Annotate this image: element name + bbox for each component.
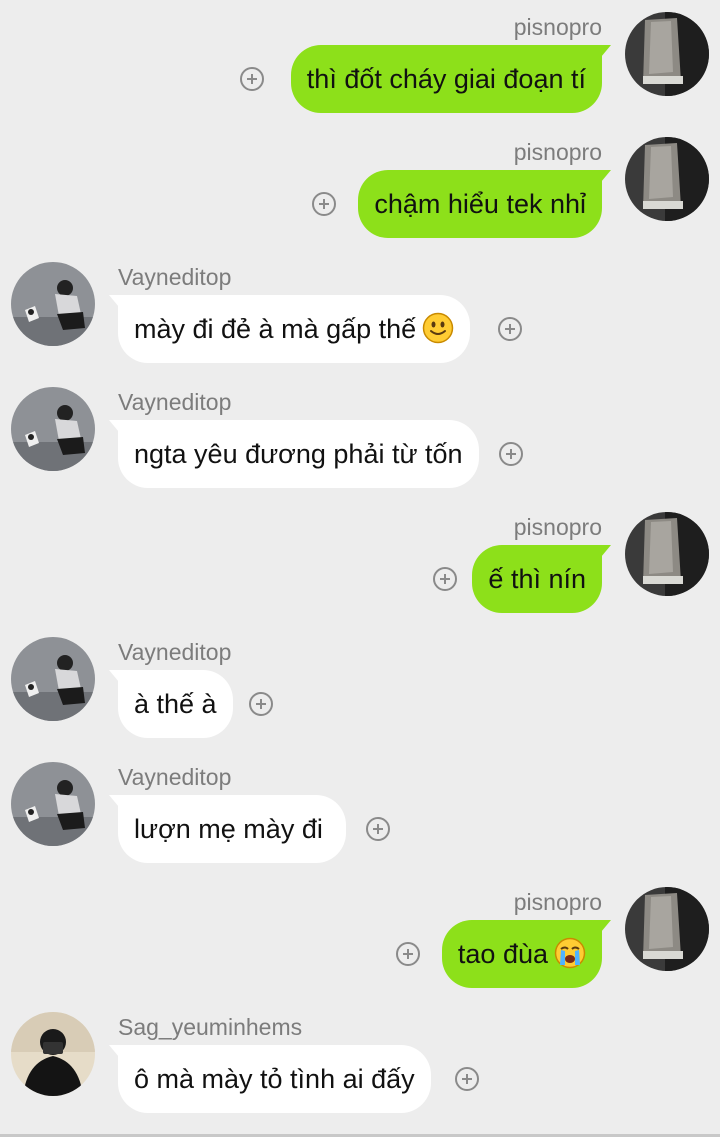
chat-message-list[interactable]: pisnopro thì đốt cháy giai đoạn tí pisno… [0, 0, 720, 1137]
sender-name: pisnopro [513, 139, 602, 165]
sender-name: pisnopro [513, 889, 602, 915]
add-reaction-icon[interactable] [396, 942, 420, 966]
message-row: Vayneditop lượn mẹ mày đi [0, 750, 720, 875]
message-row: Vayneditop mày đi đẻ à mà gấp thế [0, 250, 720, 375]
message-text: chậm hiểu tek nhỉ [374, 189, 586, 219]
sender-name: Sag_yeuminhems [118, 1014, 303, 1040]
message-bubble[interactable]: ế thì nín [472, 545, 611, 613]
sender-name: Vayneditop [118, 764, 232, 790]
sender-name: Vayneditop [118, 639, 232, 665]
sender-name: pisnopro [513, 514, 602, 540]
add-reaction-icon[interactable] [499, 442, 523, 466]
message-bubble[interactable]: thì đốt cháy giai đoạn tí [290, 45, 612, 113]
avatar[interactable] [11, 262, 95, 346]
avatar[interactable] [625, 137, 709, 221]
message-text: thì đốt cháy giai đoạn tí [306, 64, 586, 94]
message-row: pisnopro ế thì nín [0, 500, 720, 625]
add-reaction-icon[interactable] [312, 192, 336, 216]
sender-name: Vayneditop [118, 389, 232, 415]
add-reaction-icon[interactable] [366, 817, 390, 841]
loudly-crying-face-icon [554, 937, 586, 969]
avatar[interactable] [11, 387, 95, 471]
message-text: tao đùa [457, 939, 548, 969]
message-bubble[interactable]: lượn mẹ mày đi [108, 795, 347, 863]
avatar[interactable] [625, 512, 709, 596]
message-bubble[interactable]: ô mà mày tỏ tình ai đấy [109, 1045, 431, 1113]
avatar[interactable] [11, 1012, 95, 1096]
add-reaction-icon[interactable] [240, 67, 264, 91]
message-row: pisnopro tao đùa [0, 875, 720, 1000]
message-row: Vayneditop ngta yêu đương phải từ tốn [0, 375, 720, 500]
add-reaction-icon[interactable] [455, 1067, 479, 1091]
message-bubble[interactable]: à thế à [109, 670, 233, 738]
message-text: mày đi đẻ à mà gấp thế [134, 314, 417, 344]
avatar[interactable] [625, 887, 709, 971]
message-text: à thế à [134, 689, 217, 719]
sender-name: pisnopro [513, 14, 602, 40]
message-row: pisnopro thì đốt cháy giai đoạn tí [0, 0, 720, 125]
add-reaction-icon[interactable] [498, 317, 522, 341]
add-reaction-icon[interactable] [433, 567, 457, 591]
message-row: Vayneditop à thế à [0, 625, 720, 750]
message-text: ngta yêu đương phải từ tốn [134, 439, 463, 469]
message-text: ế thì nín [488, 564, 586, 594]
avatar[interactable] [625, 12, 709, 96]
message-text: lượn mẹ mày đi [134, 814, 331, 844]
message-text: ô mà mày tỏ tình ai đấy [134, 1064, 415, 1094]
avatar[interactable] [11, 637, 95, 721]
message-bubble[interactable]: mày đi đẻ à mà gấp thế [108, 295, 471, 363]
message-bubble[interactable]: tao đùa [441, 920, 612, 988]
message-row: pisnopro chậm hiểu tek nhỉ [0, 125, 720, 250]
avatar[interactable] [11, 762, 95, 846]
add-reaction-icon[interactable] [249, 692, 273, 716]
message-row: Sag_yeuminhems ô mà mày tỏ tình ai đấy [0, 1000, 720, 1125]
sender-name: Vayneditop [118, 264, 232, 290]
message-bubble[interactable]: chậm hiểu tek nhỉ [358, 170, 611, 238]
message-bubble[interactable]: ngta yêu đương phải từ tốn [109, 420, 479, 488]
slightly-smiling-face-icon [422, 312, 454, 344]
